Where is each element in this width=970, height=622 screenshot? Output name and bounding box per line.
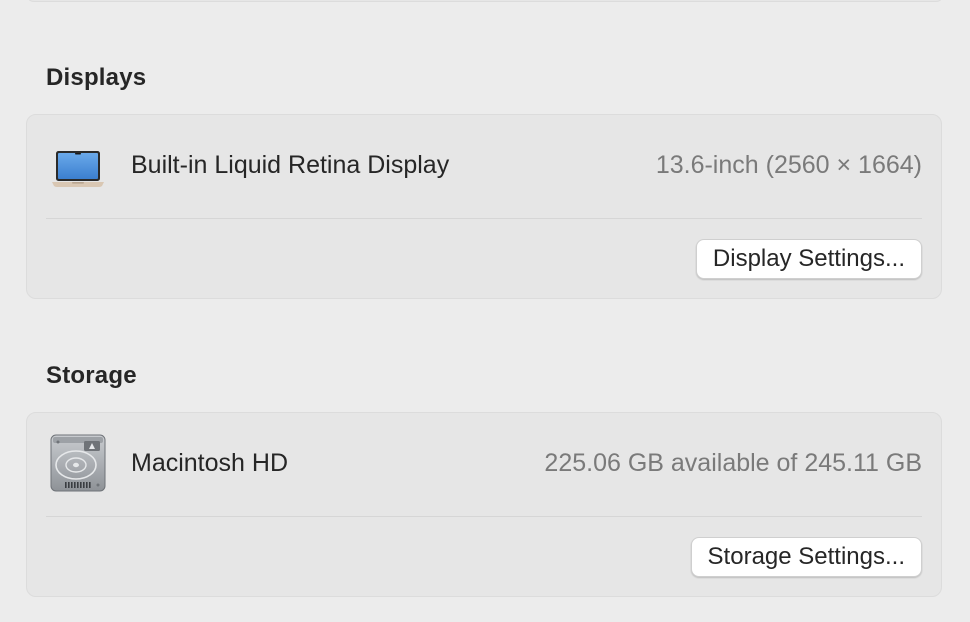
divider xyxy=(46,218,922,219)
display-resolution: 13.6-inch (2560 × 1664) xyxy=(655,151,922,179)
storage-settings-button[interactable]: Storage Settings... xyxy=(690,537,922,577)
display-name: Built-in Liquid Retina Display xyxy=(131,151,450,179)
divider xyxy=(46,516,922,517)
display-settings-button[interactable]: Display Settings... xyxy=(695,239,922,279)
storage-row: Macintosh HD 225.06 GB available of 245.… xyxy=(27,413,941,517)
volume-name: Macintosh HD xyxy=(131,449,288,477)
display-row: Built-in Liquid Retina Display 13.6-inch… xyxy=(27,115,941,219)
displays-section-title: Displays xyxy=(46,64,147,91)
storage-availability: 225.06 GB available of 245.11 GB xyxy=(544,449,922,477)
hard-drive-icon xyxy=(49,433,107,493)
displays-panel: Built-in Liquid Retina Display 13.6-inch… xyxy=(26,114,942,299)
laptop-icon xyxy=(51,149,105,189)
previous-section-panel xyxy=(26,0,944,2)
storage-section-title: Storage xyxy=(46,362,137,389)
storage-panel: Macintosh HD 225.06 GB available of 245.… xyxy=(26,412,942,597)
